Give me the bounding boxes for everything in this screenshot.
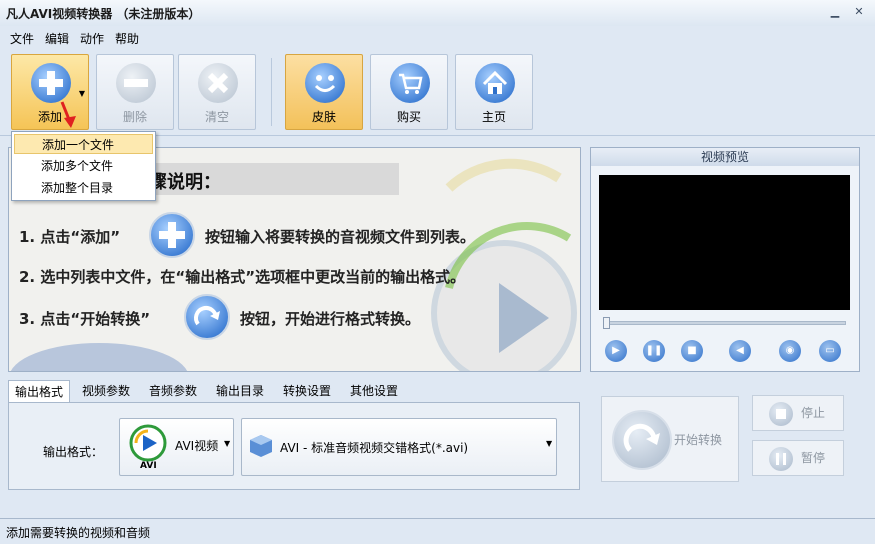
format-category-value: AVI视频 [175, 439, 219, 453]
pause-icon[interactable]: ❚❚ [643, 340, 665, 362]
delete-button[interactable]: 删除 [96, 54, 174, 130]
format-category-select[interactable]: AVI AVI视频 ▼ [119, 418, 234, 476]
toolbar-divider [271, 58, 272, 126]
start-convert-button[interactable]: 开始转换 [601, 396, 739, 482]
dropdown-add-file[interactable]: 添加一个文件 [14, 134, 153, 154]
avi-badge: AVI [140, 461, 157, 471]
cube-icon [250, 435, 272, 457]
tab-output-format[interactable]: 输出格式 [8, 380, 71, 402]
pause-label: 暂停 [801, 451, 826, 465]
chevron-down-icon: ▼ [224, 439, 231, 448]
minus-icon [116, 63, 156, 103]
add-plus-icon [149, 212, 195, 258]
pause-bars-icon [769, 447, 793, 471]
minimize-button[interactable]: ▁ [825, 4, 845, 20]
menu-bar: 文件 编辑 动作 帮助 [0, 27, 875, 47]
close-button[interactable]: ✕ [849, 4, 869, 20]
menu-action[interactable]: 动作 [80, 30, 104, 47]
pause-button[interactable]: 暂停 [752, 440, 844, 476]
tab-content: 输出格式： AVI AVI视频 ▼ AVI - 标准音频视频交错格式(*.avi… [8, 402, 580, 490]
tab-audio-params[interactable]: 音频参数 [143, 380, 203, 402]
guide-step3-suffix: 按钮，开始进行格式转换。 [240, 310, 421, 328]
house-icon [475, 63, 515, 103]
dropdown-add-files[interactable]: 添加多个文件 [14, 156, 153, 176]
status-bar: 添加需要转换的视频和音频 [0, 518, 875, 544]
guide-header: 骤说明： [149, 172, 221, 193]
tab-video-params[interactable]: 视频参数 [76, 380, 136, 402]
title-bar: 凡人AVI视频转换器 （未注册版本） ▁ ✕ [0, 0, 875, 26]
play-icon[interactable]: ▶ [605, 340, 627, 362]
status-text: 添加需要转换的视频和音频 [6, 526, 151, 540]
guide-step3-prefix: 3. 点击“开始转换” [19, 310, 151, 328]
home-label: 主页 [481, 110, 506, 124]
buy-button[interactable]: 购买 [370, 54, 448, 130]
chevron-down-icon[interactable]: ▼ [79, 89, 85, 98]
stop-icon[interactable]: ■ [681, 340, 703, 362]
cart-icon [390, 63, 430, 103]
start-convert-label: 开始转换 [674, 433, 723, 447]
guide-step2: 2. 选中列表中文件，在“输出格式”选项框中更改当前的输出格式。 [19, 268, 466, 286]
toolbar: ▼ 添加 删除 清空 皮肤 购买 主页 [0, 48, 875, 136]
snapshot-icon[interactable]: ◉ [779, 340, 801, 362]
convert-arrow-icon [184, 294, 230, 340]
delete-label: 删除 [122, 110, 147, 124]
add-dropdown-menu: 添加一个文件 添加多个文件 添加整个目录 [11, 131, 156, 201]
plus-icon [31, 63, 71, 103]
dropdown-add-folder[interactable]: 添加整个目录 [14, 178, 153, 198]
chevron-down-icon: ▼ [546, 439, 553, 448]
buy-label: 购买 [396, 110, 421, 124]
red-arrow-icon [60, 101, 76, 128]
output-format-label: 输出格式： [43, 445, 104, 459]
preview-title: 视频预览 [591, 148, 859, 166]
tab-output-dir[interactable]: 输出目录 [210, 380, 270, 402]
app-window: 凡人AVI视频转换器 （未注册版本） ▁ ✕ 文件 编辑 动作 帮助 ▼ 添加 … [0, 0, 875, 544]
x-icon [198, 63, 238, 103]
avi-play-icon [129, 424, 167, 462]
volume-icon[interactable]: ◀ [729, 340, 751, 362]
stop-button[interactable]: 停止 [752, 395, 844, 431]
stop-label: 停止 [801, 406, 826, 420]
format-detail-value: AVI - 标准音频视频交错格式(*.avi) [280, 441, 469, 455]
settings-tabs: 输出格式 视频参数 音频参数 输出目录 转换设置 其他设置 输出格式： AVI … [8, 380, 580, 492]
menu-file[interactable]: 文件 [10, 30, 34, 47]
guide-step1-suffix: 按钮输入将要转换的音视频文件到列表。 [205, 228, 476, 246]
seek-handle[interactable] [603, 317, 610, 329]
window-title: 凡人AVI视频转换器 （未注册版本） [6, 7, 201, 21]
seek-bar[interactable] [603, 321, 846, 325]
skin-label: 皮肤 [311, 110, 336, 124]
stop-square-icon [769, 402, 793, 426]
folder-icon[interactable]: ▭ [819, 340, 841, 362]
clear-label: 清空 [204, 110, 229, 124]
video-preview-panel: 视频预览 ▶ ❚❚ ■ ◀ ◉ ▭ [590, 147, 860, 372]
clear-button[interactable]: 清空 [178, 54, 256, 130]
format-detail-select[interactable]: AVI - 标准音频视频交错格式(*.avi) ▼ [241, 418, 557, 476]
start-convert-icon [612, 410, 672, 470]
skin-button[interactable]: 皮肤 [285, 54, 363, 130]
guide-step1-prefix: 1. 点击“添加” [19, 228, 121, 246]
home-button[interactable]: 主页 [455, 54, 533, 130]
menu-edit[interactable]: 编辑 [45, 30, 69, 47]
smiley-icon [305, 63, 345, 103]
tab-convert-settings[interactable]: 转换设置 [277, 380, 337, 402]
tab-other-settings[interactable]: 其他设置 [344, 380, 404, 402]
guide-step1: 1. 点击“添加” [19, 226, 120, 247]
menu-help[interactable]: 帮助 [115, 30, 139, 47]
preview-screen [599, 175, 850, 310]
